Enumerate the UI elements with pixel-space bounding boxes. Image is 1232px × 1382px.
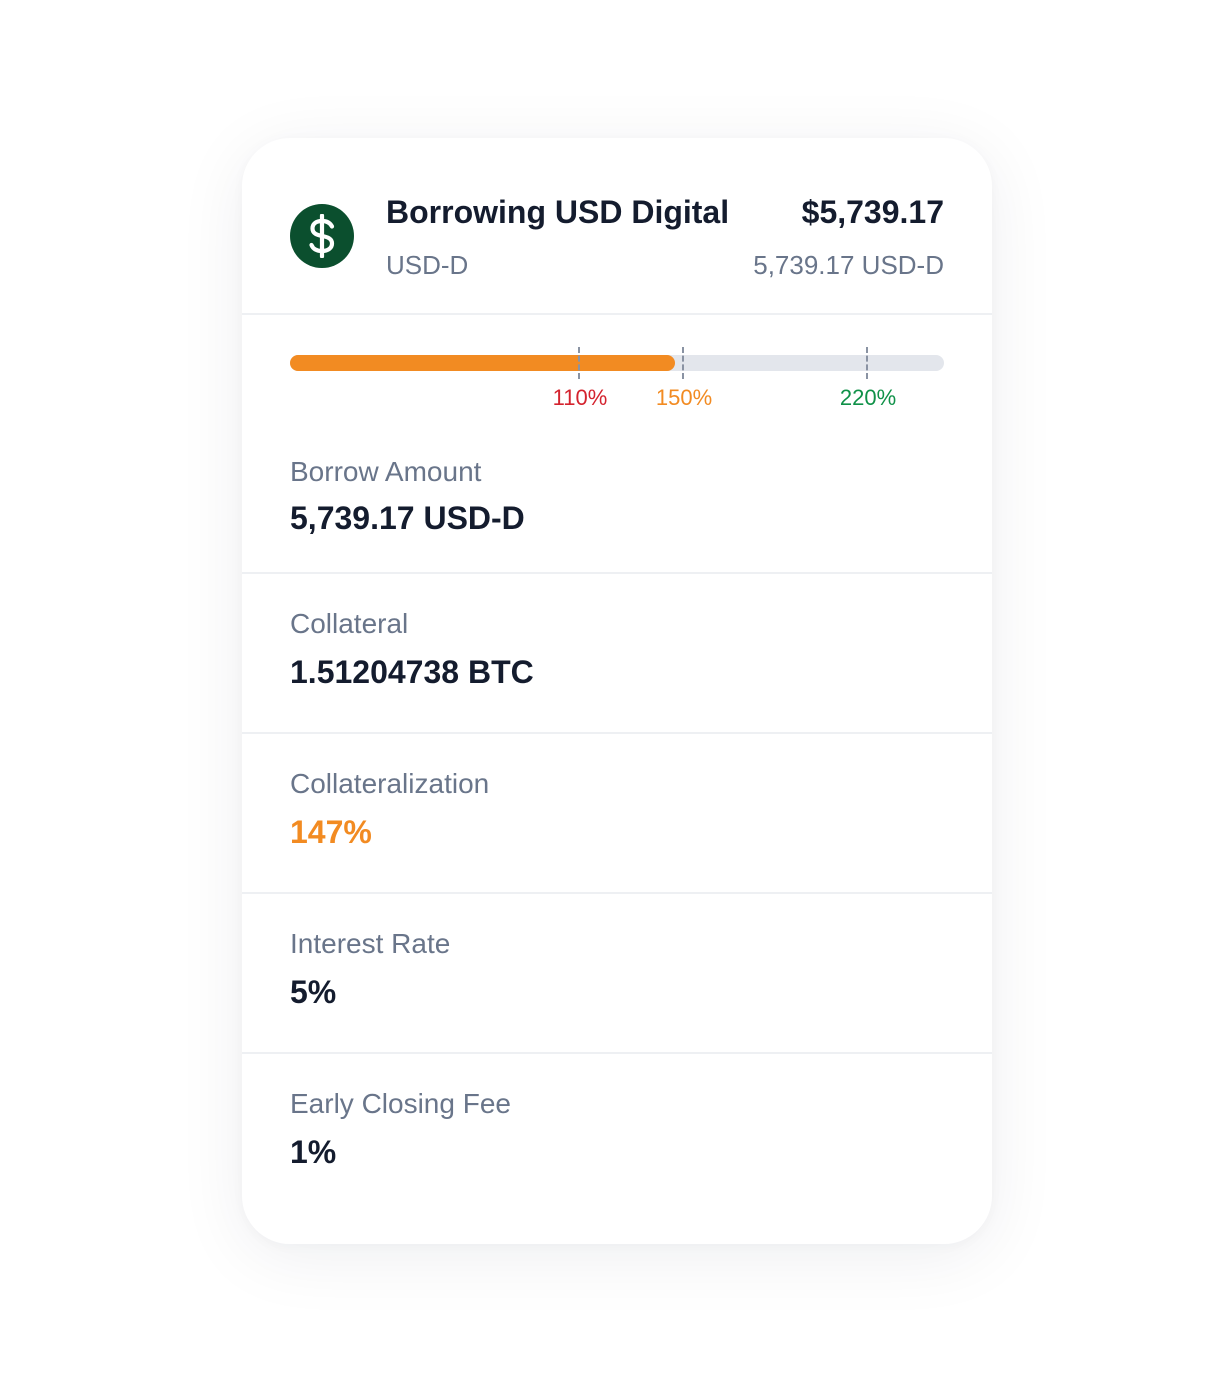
loan-token-value: 5,739.17 USD-D — [753, 250, 944, 280]
interest-rate-value: 5% — [290, 974, 337, 1010]
threshold-marker-150 — [682, 347, 684, 379]
borrow-amount-label: Borrow Amount — [290, 456, 482, 487]
collateralization-label: Collateralization — [290, 768, 490, 799]
loan-title: Borrowing USD Digital — [386, 194, 730, 230]
loan-symbol: USD-D — [386, 250, 469, 280]
detail-row-collateralization: Collateralization 147% — [242, 734, 992, 894]
threshold-label-110: 110% — [552, 385, 608, 410]
interest-rate-label: Interest Rate — [290, 928, 451, 959]
detail-row-interest-rate: Interest Rate 5% — [242, 894, 992, 1054]
collateralization-fill — [290, 355, 675, 371]
loan-card: Borrowing USD Digital USD-D $5,739.17 5,… — [242, 138, 992, 1244]
early-closing-fee-label: Early Closing Fee — [290, 1088, 511, 1119]
collateralization-value: 147% — [290, 814, 372, 850]
threshold-marker-110 — [578, 347, 580, 379]
detail-row-early-closing-fee: Early Closing Fee 1% — [242, 1054, 992, 1244]
collateral-value: 1.51204738 BTC — [290, 654, 534, 690]
borrow-amount-value: 5,739.17 USD-D — [290, 500, 525, 536]
dollar-icon — [290, 204, 354, 268]
loan-fiat-value: $5,739.17 — [801, 194, 944, 230]
detail-row-collateral: Collateral 1.51204738 BTC — [242, 574, 992, 734]
threshold-label-150: 150% — [655, 385, 713, 410]
collateralization-bar: 110% 150% 220% — [290, 347, 944, 410]
threshold-label-220: 220% — [839, 385, 897, 410]
early-closing-fee-value: 1% — [290, 1134, 337, 1170]
detail-row-borrow-amount: Borrow Amount 5,739.17 USD-D — [242, 428, 992, 574]
threshold-marker-220 — [866, 347, 868, 379]
loan-header: Borrowing USD Digital USD-D $5,739.17 5,… — [242, 138, 992, 315]
collateral-label: Collateral — [290, 608, 409, 639]
